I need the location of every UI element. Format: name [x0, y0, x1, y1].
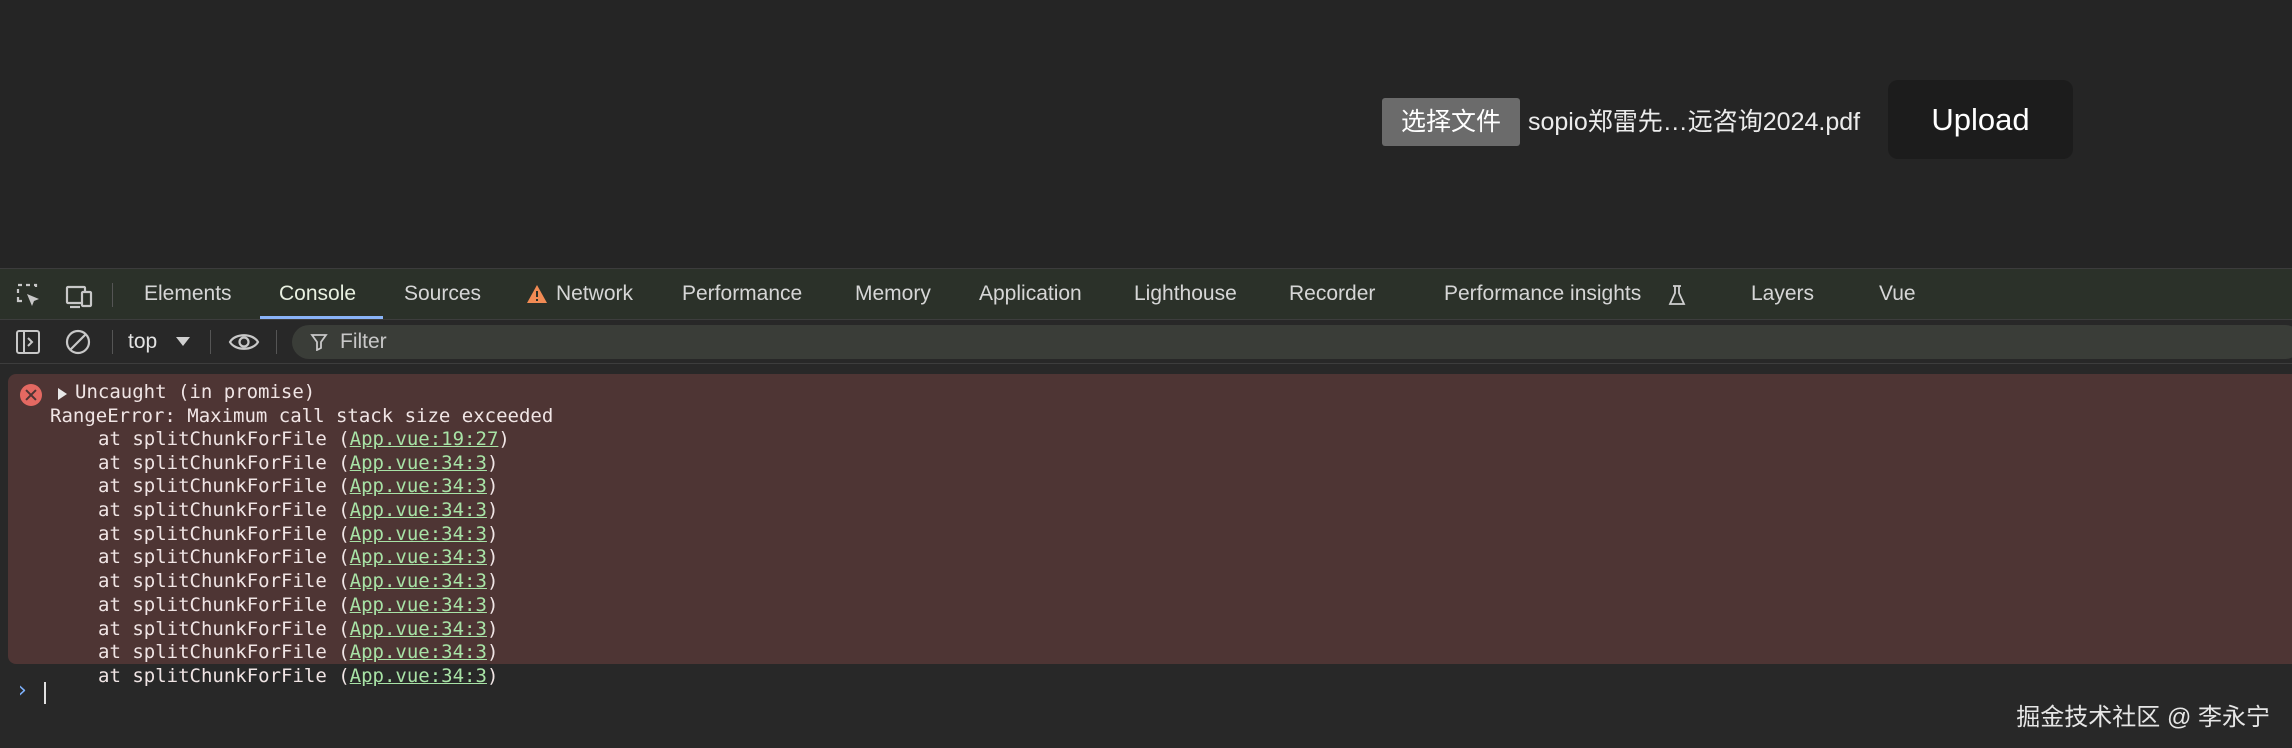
toolbar-divider: [210, 330, 211, 354]
stack-frame: at splitChunkForFile (App.vue:34:3): [98, 451, 499, 474]
stack-trace: at splitChunkForFile (App.vue:19:27) at …: [98, 428, 510, 689]
source-link[interactable]: App.vue:34:3: [350, 475, 487, 497]
error-summary[interactable]: Uncaught (in promise): [75, 380, 315, 404]
tab-elements[interactable]: Elements: [144, 269, 232, 320]
stack-frame: at splitChunkForFile (App.vue:34:3): [98, 475, 499, 498]
console-error-message: Uncaught (in promise) RangeError: Maximu…: [8, 374, 2292, 687]
tab-performance-insights-label: Performance insights: [1444, 282, 1642, 305]
source-link[interactable]: App.vue:34:3: [350, 452, 487, 474]
stack-frame: at splitChunkForFile (App.vue:19:27): [98, 428, 510, 450]
source-link[interactable]: App.vue:34:3: [350, 570, 487, 592]
console-toolbar: top Filter: [0, 320, 2292, 364]
inspect-element-icon[interactable]: [14, 281, 44, 311]
text-caret: [44, 682, 46, 704]
sidebar-toggle-icon[interactable]: [14, 328, 42, 356]
tab-console[interactable]: Console: [279, 269, 356, 320]
tab-recorder[interactable]: Recorder: [1289, 269, 1375, 320]
console-prompt[interactable]: ›: [0, 672, 2292, 748]
expand-triangle-icon[interactable]: [58, 388, 67, 400]
tab-vue[interactable]: Vue: [1879, 269, 1916, 320]
upload-button[interactable]: Upload: [1888, 80, 2073, 159]
stack-frame: at splitChunkForFile (App.vue:34:3): [98, 617, 499, 640]
filter-icon: [310, 334, 328, 351]
tab-layers[interactable]: Layers: [1751, 269, 1814, 320]
choose-file-button[interactable]: 选择文件: [1382, 98, 1520, 146]
source-link[interactable]: App.vue:19:27: [350, 428, 499, 450]
filter-placeholder: Filter: [340, 330, 387, 353]
toolbar-divider: [276, 330, 277, 354]
page-viewport: 选择文件 sopio郑雷先…远咨询2024.pdf Upload: [0, 0, 2292, 268]
context-selector[interactable]: top: [128, 320, 157, 364]
stack-frame: at splitChunkForFile (App.vue:34:3): [98, 546, 499, 569]
tab-network-label: Network: [556, 282, 634, 305]
stack-frame: at splitChunkForFile (App.vue:34:3): [98, 499, 499, 522]
tab-memory[interactable]: Memory: [855, 269, 931, 320]
error-icon: [20, 384, 42, 406]
toolbar-divider: [112, 330, 113, 354]
stack-frame: at splitChunkForFile (App.vue:34:3): [98, 641, 499, 664]
prompt-chevron-icon: ›: [18, 678, 27, 703]
warning-icon: [527, 285, 547, 303]
tab-performance[interactable]: Performance: [682, 269, 802, 320]
chevron-down-icon: [176, 337, 190, 346]
tab-lighthouse[interactable]: Lighthouse: [1134, 269, 1237, 320]
tab-application[interactable]: Application: [979, 269, 1082, 320]
source-link[interactable]: App.vue:34:3: [350, 618, 487, 640]
toolbar-divider: [112, 283, 113, 307]
clear-console-icon[interactable]: [64, 328, 92, 356]
tab-sources[interactable]: Sources: [404, 269, 481, 320]
stack-frame: at splitChunkForFile (App.vue:34:3): [98, 522, 499, 545]
stack-frame: at splitChunkForFile (App.vue:34:3): [98, 593, 499, 616]
source-link[interactable]: App.vue:34:3: [350, 499, 487, 521]
selected-file-name: sopio郑雷先…远咨询2024.pdf: [1528, 108, 1861, 136]
flask-icon: [1668, 285, 1686, 305]
eye-icon[interactable]: [228, 329, 260, 355]
devtools-tabbar: Elements Console Sources Network Perform…: [0, 268, 2292, 320]
filter-input[interactable]: Filter: [292, 325, 2292, 359]
active-tab-indicator: [260, 316, 383, 319]
source-link[interactable]: App.vue:34:3: [350, 641, 487, 663]
tab-performance-insights[interactable]: Performance insights: [1444, 269, 1686, 320]
source-link[interactable]: App.vue:34:3: [350, 594, 487, 616]
source-link[interactable]: App.vue:34:3: [350, 523, 487, 545]
device-toolbar-icon[interactable]: [64, 281, 94, 311]
stack-frame: at splitChunkForFile (App.vue:34:3): [98, 570, 499, 593]
error-text: RangeError: Maximum call stack size exce…: [50, 405, 554, 427]
watermark: 掘金技术社区 @ 李永宁: [2016, 704, 2270, 731]
devtools-panel: Elements Console Sources Network Perform…: [0, 268, 2292, 748]
source-link[interactable]: App.vue:34:3: [350, 546, 487, 568]
